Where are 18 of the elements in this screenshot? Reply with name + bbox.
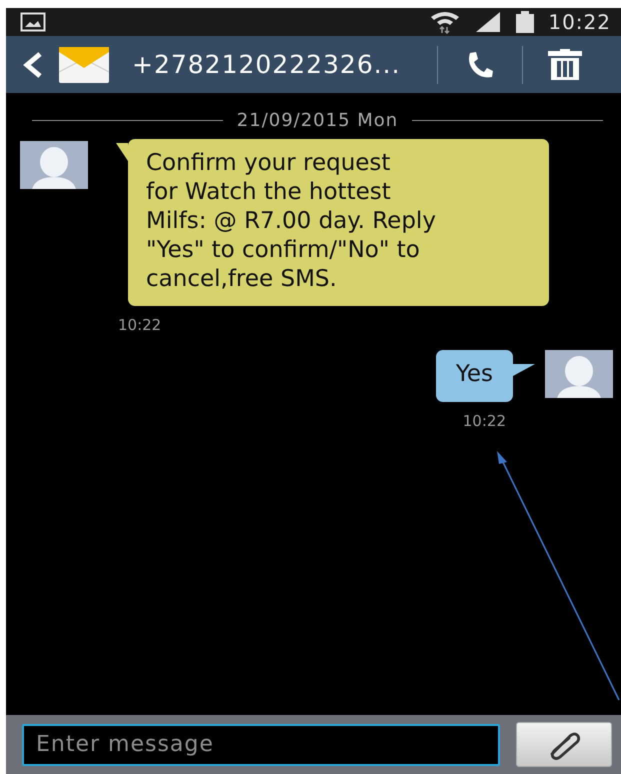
contact-number: +2782120222326...: [132, 50, 402, 79]
envelope-icon: [58, 46, 110, 84]
attach-button[interactable]: [516, 722, 612, 767]
message-field[interactable]: Enter message: [22, 724, 500, 766]
battery-icon: [516, 11, 534, 33]
bubble-tail: [513, 364, 535, 376]
back-button[interactable]: [22, 50, 44, 78]
clock-time: 10:22: [548, 10, 611, 34]
wifi-icon: [430, 10, 460, 34]
date-divider: 21/09/2015 Mon: [236, 110, 398, 131]
avatar-icon: [20, 141, 88, 189]
message-time: 10:22: [462, 412, 506, 430]
image-icon: [20, 12, 46, 32]
avatar-icon: [545, 350, 613, 398]
trash-icon: [548, 48, 582, 80]
signal-icon: [474, 11, 502, 33]
back-icon: [22, 50, 44, 78]
message-time: 10:22: [118, 316, 162, 334]
